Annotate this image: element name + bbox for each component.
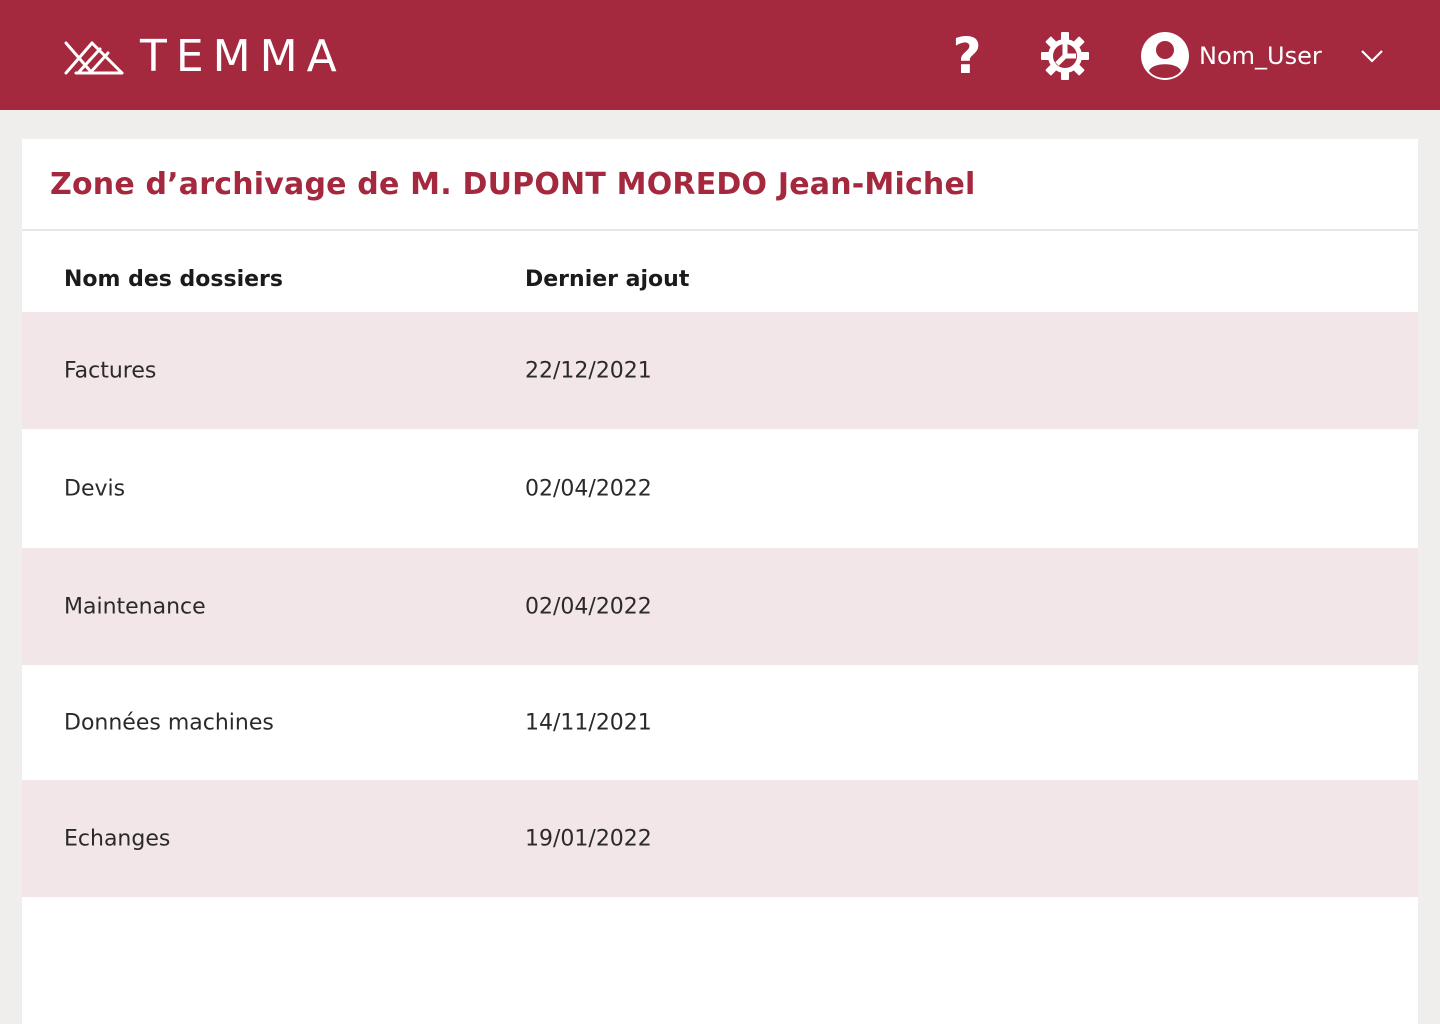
brand-name: TEMMA bbox=[140, 31, 346, 82]
avatar-icon bbox=[1141, 32, 1189, 80]
folder-name: Factures bbox=[64, 358, 157, 383]
table-row[interactable]: Echanges 19/01/2022 bbox=[22, 780, 1418, 897]
page-title: Zone d’archivage de M. DUPONT MOREDO Jea… bbox=[50, 166, 976, 202]
last-added-date: 19/01/2022 bbox=[525, 826, 652, 851]
user-menu[interactable]: Nom_User bbox=[1140, 30, 1390, 82]
user-name: Nom_User bbox=[1199, 42, 1322, 70]
folders-table-body: Factures 22/12/2021 Devis 02/04/2022 Mai… bbox=[22, 312, 1418, 897]
folder-name: Données machines bbox=[64, 710, 274, 735]
last-added-date: 02/04/2022 bbox=[525, 594, 652, 619]
table-row[interactable]: Maintenance 02/04/2022 bbox=[22, 548, 1418, 665]
temma-logo-mark bbox=[64, 41, 124, 75]
last-added-date: 02/04/2022 bbox=[525, 476, 652, 501]
folder-name: Maintenance bbox=[64, 594, 206, 619]
last-added-date: 14/11/2021 bbox=[525, 710, 652, 735]
table-row[interactable]: Devis 02/04/2022 bbox=[22, 429, 1418, 548]
folder-name: Echanges bbox=[64, 826, 171, 851]
gear-icon[interactable] bbox=[1040, 31, 1090, 81]
question-mark-icon[interactable]: ? bbox=[948, 30, 986, 82]
chevron-down-icon[interactable] bbox=[1360, 48, 1384, 64]
panel-header: Zone d’archivage de M. DUPONT MOREDO Jea… bbox=[22, 139, 1418, 231]
table-row[interactable]: Données machines 14/11/2021 bbox=[22, 665, 1418, 780]
archive-panel: Zone d’archivage de M. DUPONT MOREDO Jea… bbox=[22, 139, 1418, 1024]
column-header-last-added[interactable]: Dernier ajout bbox=[525, 267, 689, 292]
table-header: Nom des dossiers Dernier ajout bbox=[22, 231, 1418, 312]
table-row[interactable]: Factures 22/12/2021 bbox=[22, 312, 1418, 429]
folder-name: Devis bbox=[64, 476, 126, 501]
column-header-folder-name[interactable]: Nom des dossiers bbox=[64, 267, 283, 292]
last-added-date: 22/12/2021 bbox=[525, 358, 652, 383]
top-navigation-bar: TEMMA ? Nom_User bbox=[0, 0, 1440, 110]
temma-logo[interactable]: TEMMA bbox=[62, 31, 346, 82]
